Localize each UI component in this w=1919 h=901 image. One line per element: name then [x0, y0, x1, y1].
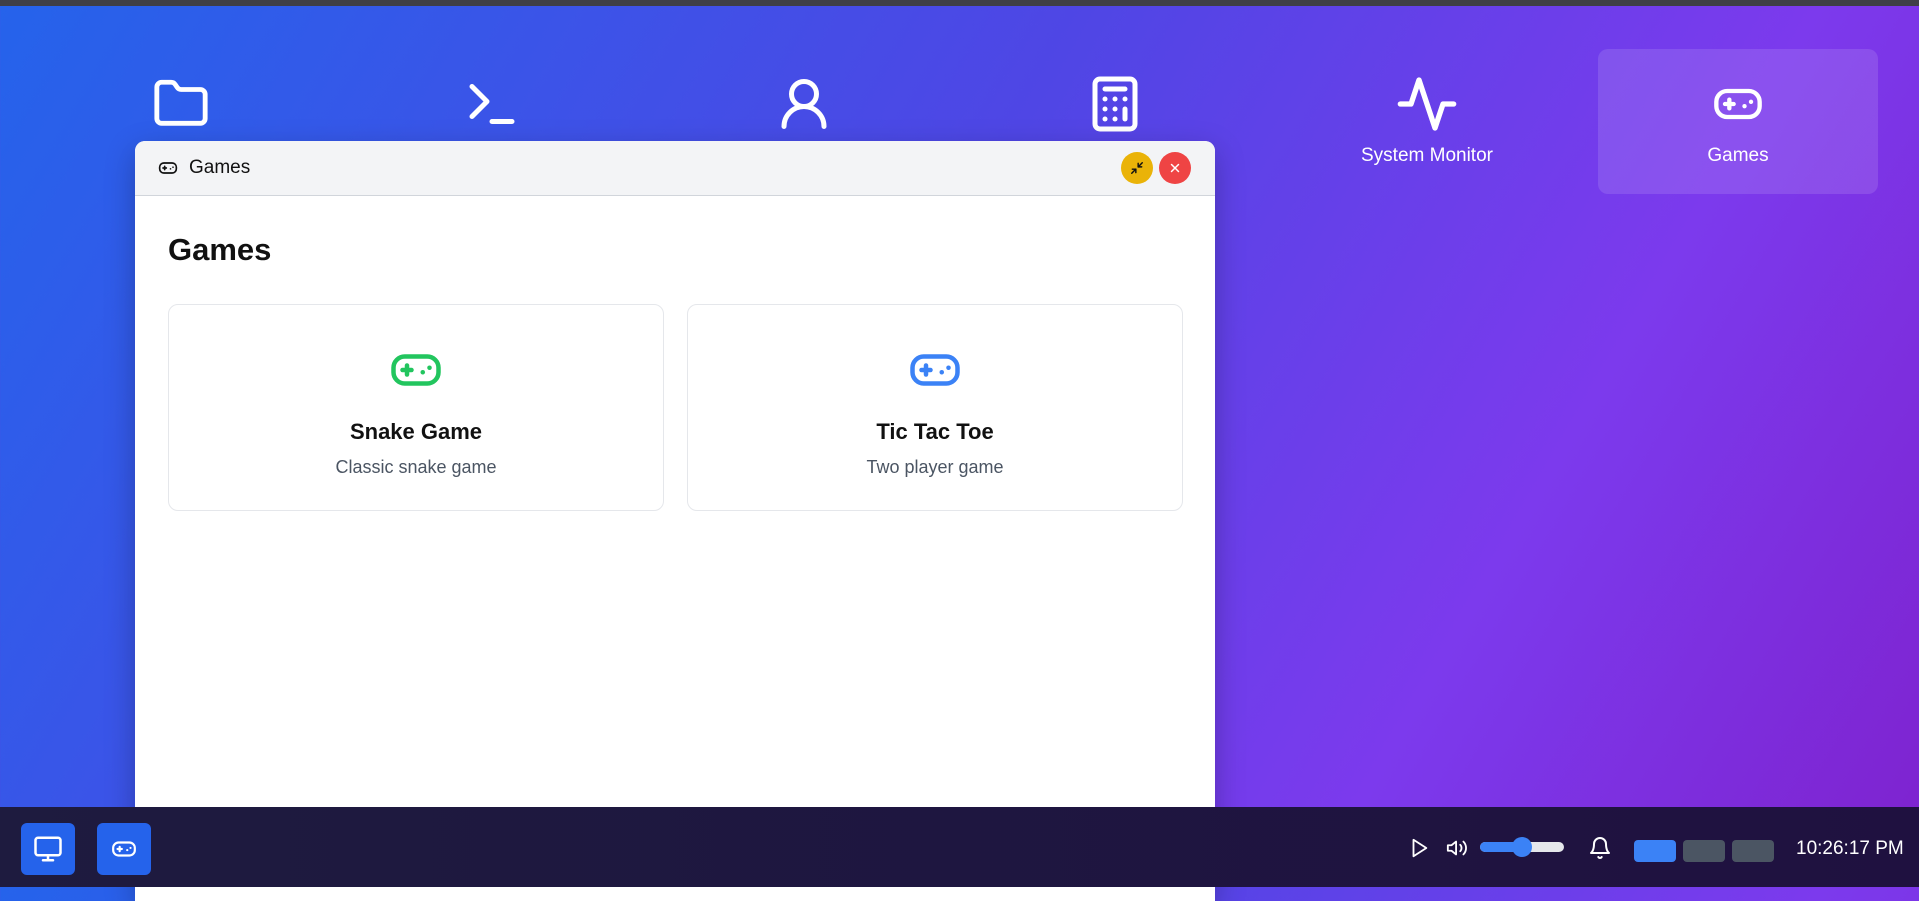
user-icon	[769, 69, 839, 139]
game-name: Snake Game	[349, 419, 483, 444]
minimize-button[interactable]	[1121, 152, 1153, 184]
play-icon	[1412, 838, 1428, 858]
page-title: Games	[168, 232, 272, 267]
gamepad-icon	[384, 343, 448, 397]
minimize-icon	[1131, 162, 1143, 174]
monitor-icon	[34, 836, 62, 862]
taskbar: 10:26:17 PM	[0, 807, 1919, 887]
terminal-icon	[457, 69, 527, 139]
window-titlebar[interactable]: Games	[135, 141, 1215, 196]
game-description: Two player game	[866, 457, 1004, 477]
play-button[interactable]	[1406, 835, 1432, 861]
close-button[interactable]	[1159, 152, 1191, 184]
calculator-icon	[1080, 69, 1150, 139]
volume-button[interactable]	[1444, 835, 1470, 861]
clock: 10:26:17 PM	[1796, 838, 1904, 859]
desktop-icon-system-monitor[interactable]: System Monitor	[1287, 49, 1567, 194]
taskbar-app-games[interactable]	[97, 823, 151, 875]
volume-slider[interactable]	[1480, 837, 1564, 857]
game-card-snake[interactable]: Snake Game Classic snake game	[168, 304, 664, 511]
desktop-icon-games[interactable]: Games	[1598, 49, 1878, 194]
show-desktop-button[interactable]	[21, 823, 75, 875]
activity-icon	[1392, 69, 1462, 139]
desktop-icon-label: Games	[1707, 145, 1769, 166]
close-icon	[1170, 163, 1180, 173]
workspace-1[interactable]	[1634, 840, 1676, 862]
volume-icon	[1446, 840, 1467, 856]
volume-slider-knob[interactable]	[1512, 837, 1532, 857]
games-window: Games Games Snake Game Classic snake gam…	[135, 141, 1215, 901]
game-card-tic-tac-toe[interactable]: Tic Tac Toe Two player game	[687, 304, 1183, 511]
gamepad-icon	[1703, 69, 1773, 139]
workspace-2[interactable]	[1683, 840, 1725, 862]
gamepad-icon	[157, 157, 179, 179]
game-name: Tic Tac Toe	[876, 419, 994, 444]
window-title: Games	[189, 157, 251, 178]
gamepad-icon	[903, 343, 967, 397]
desktop-icon-label: System Monitor	[1361, 145, 1493, 166]
gamepad-icon	[112, 841, 136, 857]
folder-icon	[146, 69, 216, 139]
game-description: Classic snake game	[335, 457, 497, 477]
notifications-button[interactable]	[1587, 835, 1613, 861]
workspace-3[interactable]	[1732, 840, 1774, 862]
bell-icon	[1590, 837, 1610, 859]
top-edge-bar	[0, 0, 1919, 6]
